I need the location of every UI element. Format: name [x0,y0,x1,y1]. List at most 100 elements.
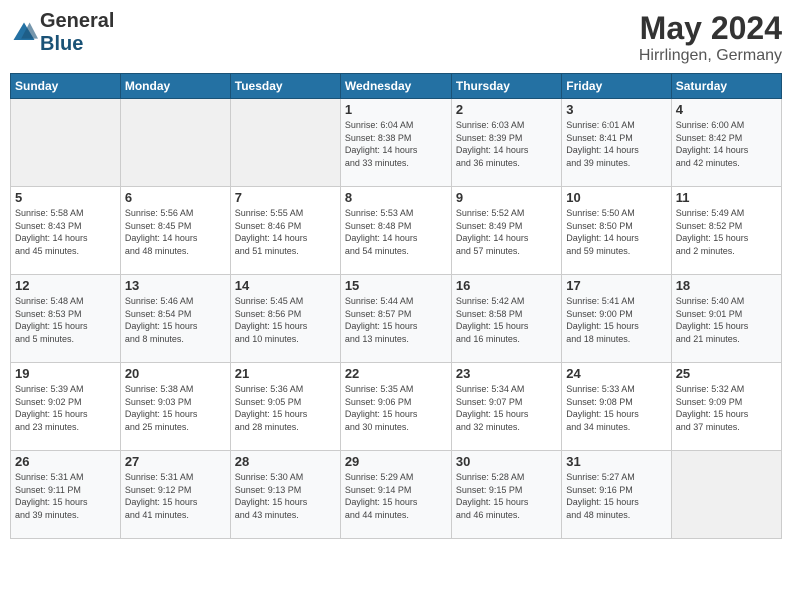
day-number: 17 [566,278,666,293]
day-info: Sunrise: 5:45 AM Sunset: 8:56 PM Dayligh… [235,295,336,345]
day-info: Sunrise: 5:27 AM Sunset: 9:16 PM Dayligh… [566,471,666,521]
day-cell: 31Sunrise: 5:27 AM Sunset: 9:16 PM Dayli… [562,451,671,539]
day-cell: 18Sunrise: 5:40 AM Sunset: 9:01 PM Dayli… [671,275,781,363]
day-info: Sunrise: 5:32 AM Sunset: 9:09 PM Dayligh… [676,383,777,433]
week-row-1: 1Sunrise: 6:04 AM Sunset: 8:38 PM Daylig… [11,99,782,187]
day-info: Sunrise: 5:35 AM Sunset: 9:06 PM Dayligh… [345,383,447,433]
title-area: May 2024 Hirrlingen, Germany [639,10,782,65]
day-number: 16 [456,278,557,293]
day-info: Sunrise: 5:53 AM Sunset: 8:48 PM Dayligh… [345,207,447,257]
day-info: Sunrise: 5:34 AM Sunset: 9:07 PM Dayligh… [456,383,557,433]
day-info: Sunrise: 5:31 AM Sunset: 9:11 PM Dayligh… [15,471,116,521]
calendar: SundayMondayTuesdayWednesdayThursdayFrid… [10,73,782,539]
day-number: 12 [15,278,116,293]
day-cell: 1Sunrise: 6:04 AM Sunset: 8:38 PM Daylig… [340,99,451,187]
logo-icon [10,19,38,47]
day-cell [230,99,340,187]
day-info: Sunrise: 5:55 AM Sunset: 8:46 PM Dayligh… [235,207,336,257]
day-number: 14 [235,278,336,293]
day-info: Sunrise: 5:38 AM Sunset: 9:03 PM Dayligh… [125,383,226,433]
day-number: 22 [345,366,447,381]
day-cell [11,99,121,187]
day-cell [671,451,781,539]
day-info: Sunrise: 5:30 AM Sunset: 9:13 PM Dayligh… [235,471,336,521]
day-cell: 24Sunrise: 5:33 AM Sunset: 9:08 PM Dayli… [562,363,671,451]
day-cell: 21 Sunrise: 5:36 AM Sunset: 9:05 PM Dayli… [230,363,340,451]
day-cell: 3Sunrise: 6:01 AM Sunset: 8:41 PM Daylig… [562,99,671,187]
day-info: Sunrise: 5:31 AM Sunset: 9:12 PM Dayligh… [125,471,226,521]
day-info: Sunrise: 5:29 AM Sunset: 9:14 PM Dayligh… [345,471,447,521]
day-number: 8 [345,190,447,205]
day-number: 27 [125,454,226,469]
day-number: 10 [566,190,666,205]
day-number: 7 [235,190,336,205]
day-info: Sunrise: 6:01 AM Sunset: 8:41 PM Dayligh… [566,119,666,169]
day-number: 5 [15,190,116,205]
day-number: 13 [125,278,226,293]
day-cell: 11 Sunrise: 5:49 AM Sunset: 8:52 PM Dayli… [671,187,781,275]
day-number: 20 [125,366,226,381]
day-number: 21 [235,366,336,381]
month-year: May 2024 [639,10,782,47]
day-cell: 13Sunrise: 5:46 AM Sunset: 8:54 PM Dayli… [120,275,230,363]
day-number: 29 [345,454,447,469]
weekday-header-sunday: Sunday [11,74,121,99]
day-number: 24 [566,366,666,381]
day-cell: 7 Sunrise: 5:55 AM Sunset: 8:46 PM Daylig… [230,187,340,275]
day-cell: 15Sunrise: 5:44 AM Sunset: 8:57 PM Dayli… [340,275,451,363]
day-cell: 20 Sunrise: 5:38 AM Sunset: 9:03 PM Dayli… [120,363,230,451]
day-info: Sunrise: 5:42 AM Sunset: 8:58 PM Dayligh… [456,295,557,345]
day-number: 4 [676,102,777,117]
week-row-4: 19 Sunrise: 5:39 AM Sunset: 9:02 PM Dayli… [11,363,782,451]
day-info: Sunrise: 5:41 AM Sunset: 9:00 PM Dayligh… [566,295,666,345]
weekday-row: SundayMondayTuesdayWednesdayThursdayFrid… [11,74,782,99]
location: Hirrlingen, Germany [639,47,782,65]
page: General Blue May 2024 Hirrlingen, German… [0,0,792,612]
day-info: Sunrise: 5:28 AM Sunset: 9:15 PM Dayligh… [456,471,557,521]
day-number: 23 [456,366,557,381]
day-number: 9 [456,190,557,205]
day-info: Sunrise: 5:56 AM Sunset: 8:45 PM Dayligh… [125,207,226,257]
day-number: 26 [15,454,116,469]
day-info: Sunrise: 6:04 AM Sunset: 8:38 PM Dayligh… [345,119,447,169]
weekday-header-monday: Monday [120,74,230,99]
day-number: 18 [676,278,777,293]
day-cell: 19 Sunrise: 5:39 AM Sunset: 9:02 PM Dayli… [11,363,121,451]
day-cell: 8 Sunrise: 5:53 AM Sunset: 8:48 PM Daylig… [340,187,451,275]
day-info: Sunrise: 5:52 AM Sunset: 8:49 PM Dayligh… [456,207,557,257]
day-cell: 6 Sunrise: 5:56 AM Sunset: 8:45 PM Daylig… [120,187,230,275]
weekday-header-tuesday: Tuesday [230,74,340,99]
day-info: Sunrise: 5:44 AM Sunset: 8:57 PM Dayligh… [345,295,447,345]
week-row-5: 26 Sunrise: 5:31 AM Sunset: 9:11 PM Dayli… [11,451,782,539]
day-cell: 26 Sunrise: 5:31 AM Sunset: 9:11 PM Dayli… [11,451,121,539]
day-number: 6 [125,190,226,205]
logo: General Blue [10,10,114,56]
day-cell: 30Sunrise: 5:28 AM Sunset: 9:15 PM Dayli… [451,451,561,539]
day-info: Sunrise: 5:39 AM Sunset: 9:02 PM Dayligh… [15,383,116,433]
day-info: Sunrise: 5:49 AM Sunset: 8:52 PM Dayligh… [676,207,777,257]
day-cell: 23 Sunrise: 5:34 AM Sunset: 9:07 PM Dayli… [451,363,561,451]
calendar-header: SundayMondayTuesdayWednesdayThursdayFrid… [11,74,782,99]
day-info: Sunrise: 5:50 AM Sunset: 8:50 PM Dayligh… [566,207,666,257]
day-cell: 29 Sunrise: 5:29 AM Sunset: 9:14 PM Dayli… [340,451,451,539]
calendar-body: 1Sunrise: 6:04 AM Sunset: 8:38 PM Daylig… [11,99,782,539]
weekday-header-wednesday: Wednesday [340,74,451,99]
day-cell: 17 Sunrise: 5:41 AM Sunset: 9:00 PM Dayli… [562,275,671,363]
day-number: 28 [235,454,336,469]
day-cell: 16 Sunrise: 5:42 AM Sunset: 8:58 PM Dayli… [451,275,561,363]
day-cell: 5Sunrise: 5:58 AM Sunset: 8:43 PM Daylig… [11,187,121,275]
day-number: 2 [456,102,557,117]
day-number: 25 [676,366,777,381]
header: General Blue May 2024 Hirrlingen, German… [10,10,782,65]
day-info: Sunrise: 6:03 AM Sunset: 8:39 PM Dayligh… [456,119,557,169]
day-cell: 14 Sunrise: 5:45 AM Sunset: 8:56 PM Dayli… [230,275,340,363]
week-row-3: 12Sunrise: 5:48 AM Sunset: 8:53 PM Dayli… [11,275,782,363]
logo-text: General Blue [40,10,114,56]
day-info: Sunrise: 5:36 AM Sunset: 9:05 PM Dayligh… [235,383,336,433]
day-info: Sunrise: 6:00 AM Sunset: 8:42 PM Dayligh… [676,119,777,169]
day-number: 19 [15,366,116,381]
day-number: 11 [676,190,777,205]
weekday-header-friday: Friday [562,74,671,99]
day-cell: 28 Sunrise: 5:30 AM Sunset: 9:13 PM Dayli… [230,451,340,539]
week-row-2: 5Sunrise: 5:58 AM Sunset: 8:43 PM Daylig… [11,187,782,275]
